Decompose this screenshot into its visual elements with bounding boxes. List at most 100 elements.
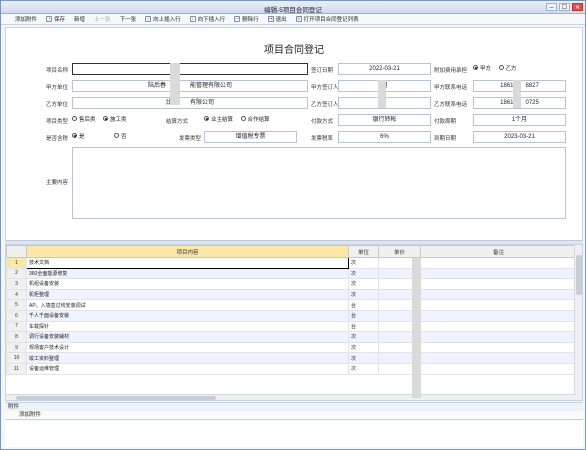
cell-note[interactable]: [420, 267, 577, 280]
content-label: 主要内容: [46, 180, 69, 186]
table-row[interactable]: 5AP，入墙盒过线安装调试台40: [6, 299, 577, 311]
table-row[interactable]: 8调行设备安装辅材次30: [6, 331, 577, 343]
settle-opt2-label: 合作结算: [247, 117, 270, 123]
cell-note[interactable]: [420, 320, 577, 333]
column-header-unit[interactable]: 单位: [348, 245, 379, 258]
vertical-scrollbar[interactable]: [574, 245, 582, 400]
radio-unchecked-icon: [114, 133, 120, 139]
minimize-button[interactable]: ─: [546, 3, 557, 11]
title-bar: 编辑-5项目合同登记 ─ ☐ ✕: [1, 1, 585, 14]
cell-note[interactable]: [420, 362, 577, 375]
column-header-price[interactable]: 单价: [378, 245, 421, 258]
content-textarea[interactable]: [72, 147, 566, 219]
maximize-button[interactable]: ☐: [559, 3, 570, 11]
cell-unit[interactable]: 次: [348, 352, 379, 364]
attach-fee-label: 附加费用承担: [434, 68, 468, 74]
due-date-field[interactable]: 2023-03-21: [473, 131, 566, 143]
cell-unit[interactable]: 次: [348, 278, 379, 290]
cell-note[interactable]: [420, 309, 577, 322]
new-button[interactable]: 新增: [74, 15, 85, 23]
scrollbar-thumb[interactable]: [576, 255, 582, 295]
table-row[interactable]: 2360全面能源修复次30: [6, 267, 577, 280]
table-row[interactable]: 6千人千面设备安装台20: [6, 309, 577, 322]
column-header-item[interactable]: 项目内容: [26, 245, 349, 258]
scrollbar-thumb[interactable]: [16, 396, 216, 400]
cell-item[interactable]: 机柜整理: [26, 288, 349, 301]
invoice-type-field[interactable]: 增值税专票: [204, 131, 297, 143]
settle-radio-group[interactable]: 业主结算 合作结算: [204, 114, 276, 126]
cell-unit[interactable]: 次: [348, 288, 379, 301]
pay-method-label: 付款方式: [311, 119, 334, 125]
tax-opt-yes[interactable]: 是: [72, 133, 85, 140]
cell-item[interactable]: 规场客户技术设计: [26, 341, 349, 354]
attach-opt-party-b[interactable]: 乙方: [498, 65, 517, 72]
exit-button[interactable]: ⇥ 退出: [267, 15, 287, 23]
cell-item[interactable]: 竣工资料整理: [26, 352, 349, 364]
cell-note[interactable]: [420, 278, 577, 290]
table-row[interactable]: 1技术文档次30: [6, 257, 577, 269]
project-type-label: 项目类型: [46, 119, 69, 125]
table-row[interactable]: 3机组设备安装次50: [6, 278, 577, 290]
attach-opt-party-a[interactable]: 甲方: [473, 65, 492, 72]
column-header-note[interactable]: 备注: [420, 245, 577, 258]
cell-note[interactable]: [420, 331, 577, 343]
open-list-button[interactable]: ≡ 打开项目合同登记列表: [295, 15, 359, 23]
cell-unit[interactable]: 台: [348, 299, 379, 311]
tax-radio-group[interactable]: 是 否: [72, 131, 133, 143]
insert-below-button[interactable]: ↓ 向下插入行: [189, 15, 226, 23]
cell-item[interactable]: 千人千面设备安装: [26, 309, 349, 322]
cell-unit[interactable]: 台: [348, 320, 379, 333]
table-row[interactable]: 4机柜整理次50: [6, 288, 577, 301]
cell-unit[interactable]: 次: [348, 341, 379, 354]
settle-opt-partner[interactable]: 合作结算: [240, 116, 270, 123]
row-number-header: [6, 245, 27, 258]
type-opt-aftersales[interactable]: 售后类: [72, 116, 96, 123]
add-attachment-button[interactable]: 添加附件: [15, 15, 37, 23]
b-phone-label: 乙方联系电话: [434, 102, 468, 108]
cell-unit[interactable]: 台: [348, 309, 379, 322]
tax-opt2-label: 否: [121, 134, 127, 140]
type-opt-construction[interactable]: 施工类: [103, 116, 127, 123]
insert-above-button[interactable]: ↑ 向上插入行: [145, 15, 181, 23]
pay-period-field[interactable]: 1个月: [473, 114, 566, 126]
close-button[interactable]: ✕: [572, 3, 583, 11]
prev-button[interactable]: 上一张: [94, 15, 111, 23]
cell-item[interactable]: 设备运维管理: [26, 362, 349, 375]
cell-note[interactable]: [420, 299, 577, 311]
horizontal-scrollbar[interactable]: [6, 394, 576, 400]
party-b-field[interactable]: 比阿 有限公司: [72, 97, 308, 109]
cell-item[interactable]: 技术文档: [26, 257, 349, 269]
cell-item[interactable]: 360全面能源修复: [26, 267, 349, 280]
cell-note[interactable]: [420, 257, 577, 269]
pay-method-field[interactable]: 银行转帐: [338, 114, 431, 126]
cell-note[interactable]: [420, 341, 577, 354]
add-attachment-link[interactable]: 添加附件: [5, 411, 583, 420]
cell-item[interactable]: 车载探针: [26, 320, 349, 333]
delete-row-button[interactable]: ─ 删除行: [234, 15, 259, 23]
settle-opt-owner[interactable]: 业主结算: [204, 116, 233, 123]
save-button[interactable]: ◔ 保存: [46, 15, 65, 23]
cell-unit[interactable]: 次: [348, 362, 379, 375]
party-a-field[interactable]: 陆后春（上 能管理有限公司: [72, 80, 308, 92]
cell-unit[interactable]: 次: [348, 331, 379, 343]
table-row[interactable]: 10竣工资料整理次35: [6, 352, 577, 364]
sign-date-field[interactable]: 2022-03-21: [338, 63, 431, 75]
cell-unit[interactable]: 次: [348, 267, 379, 280]
table-row[interactable]: 11设备运维管理次45: [6, 362, 577, 375]
tax-opt-no[interactable]: 否: [114, 133, 127, 140]
cell-item[interactable]: AP，入墙盒过线安装调试: [26, 299, 349, 311]
tax-rate-field[interactable]: 6%: [338, 131, 431, 143]
cell-item[interactable]: 调行设备安装辅材: [26, 331, 349, 343]
table-row[interactable]: 9规场客户技术设计次25: [6, 341, 577, 354]
attach-opt1-label: 甲方: [480, 66, 492, 72]
cell-item[interactable]: 机组设备安装: [26, 278, 349, 290]
project-name-field[interactable]: [72, 63, 308, 75]
cell-unit[interactable]: 次: [348, 257, 379, 269]
attach-fee-radio-group[interactable]: 甲方 乙方: [473, 63, 523, 75]
cell-note[interactable]: [420, 288, 577, 301]
insert-below-label: 向下插入行: [197, 17, 226, 23]
table-row[interactable]: 7车载探针台30: [6, 320, 577, 333]
project-type-radio-group[interactable]: 售后类 施工类: [72, 114, 133, 126]
cell-note[interactable]: [420, 352, 577, 364]
next-button[interactable]: 下一张: [120, 15, 137, 23]
